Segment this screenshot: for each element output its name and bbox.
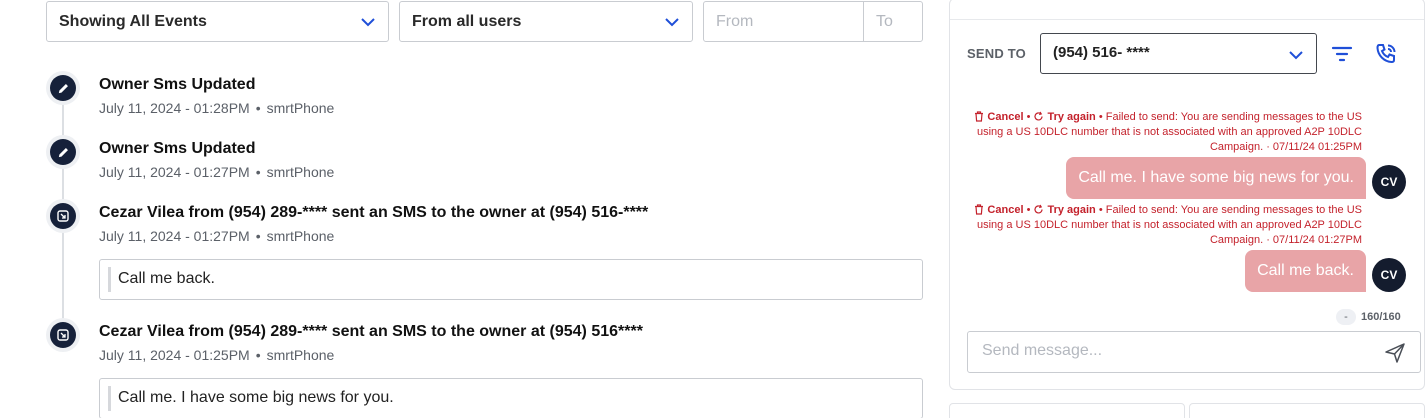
date-from-placeholder: From	[716, 12, 754, 30]
try-again-button[interactable]: Try again	[1033, 111, 1096, 123]
event-meta: July 11, 2024 - 01:25PM • smrtPhone	[99, 347, 335, 363]
event-date: July 11, 2024 - 01:28PM	[99, 100, 250, 116]
quote-bar	[108, 267, 111, 292]
event-title: Owner Sms Updated	[99, 76, 256, 93]
send-to-value: (954) 516- ****	[1053, 44, 1150, 61]
date-from-input[interactable]: From	[703, 1, 864, 42]
retry-icon	[1034, 204, 1044, 214]
bottom-card	[1189, 403, 1425, 418]
try-again-button[interactable]: Try again	[1033, 204, 1096, 216]
event-meta: July 11, 2024 - 01:27PM • smrtPhone	[99, 164, 335, 180]
date-to-input[interactable]: To	[863, 1, 923, 42]
message-bubble-failed: Call me back.	[1245, 250, 1366, 292]
message-bubble-failed: Call me. I have some big news for you.	[1066, 157, 1366, 199]
sms-message-quote: Call me. I have some big news for you.	[99, 378, 923, 418]
send-icon[interactable]	[1384, 342, 1406, 364]
event-source: smrtPhone	[266, 347, 335, 363]
cancel-button[interactable]: Cancel	[974, 111, 1024, 123]
event-title: Cezar Vilea from (954) 289-**** sent an …	[99, 204, 649, 221]
pencil-icon	[50, 139, 76, 165]
event-date: July 11, 2024 - 01:27PM	[99, 228, 250, 244]
cancel-button[interactable]: Cancel	[974, 204, 1024, 216]
filter-icon[interactable]	[1330, 42, 1354, 66]
chevron-down-icon	[665, 18, 679, 27]
date-to-placeholder: To	[876, 12, 893, 30]
user-filter-value: From all users	[412, 12, 522, 30]
event-source: smrtPhone	[266, 228, 335, 244]
sms-message-text: Call me. I have some big news for you.	[118, 389, 394, 406]
character-count: 160/160	[1361, 311, 1401, 323]
event-source: smrtPhone	[266, 100, 335, 116]
event-title: Cezar Vilea from (954) 289-**** sent an …	[99, 323, 643, 340]
send-error-notice: Cancel • Try again • Failed to send: You…	[962, 110, 1362, 155]
event-meta: July 11, 2024 - 01:27PM • smrtPhone	[99, 228, 335, 244]
event-title: Owner Sms Updated	[99, 140, 256, 157]
pencil-icon	[50, 75, 76, 101]
event-date: July 11, 2024 - 01:25PM	[99, 347, 250, 363]
sms-message-text: Call me back.	[118, 270, 215, 287]
send-to-label: SEND TO	[967, 46, 1026, 61]
message-composer	[967, 331, 1421, 373]
phone-sms-icon	[50, 322, 76, 348]
event-date: July 11, 2024 - 01:27PM	[99, 164, 250, 180]
chevron-down-icon	[361, 18, 375, 27]
event-filter-select[interactable]: Showing All Events	[46, 1, 389, 42]
send-to-select[interactable]: (954) 516- ****	[1040, 33, 1317, 74]
quote-bar	[108, 386, 111, 411]
phone-sms-icon	[50, 203, 76, 229]
user-filter-select[interactable]: From all users	[399, 1, 693, 42]
trash-icon	[975, 111, 984, 122]
phone-call-icon[interactable]	[1374, 42, 1398, 66]
segment-count: -	[1336, 309, 1356, 325]
event-meta: July 11, 2024 - 01:28PM • smrtPhone	[99, 100, 335, 116]
event-source: smrtPhone	[266, 164, 335, 180]
bottom-card	[949, 403, 1185, 418]
sms-message-quote: Call me back.	[99, 259, 923, 300]
chevron-down-icon	[1289, 51, 1303, 60]
panel-divider	[950, 19, 1424, 20]
avatar: CV	[1372, 165, 1406, 199]
avatar: CV	[1372, 258, 1406, 292]
send-error-notice: Cancel • Try again • Failed to send: You…	[962, 203, 1362, 248]
message-input[interactable]	[982, 342, 1362, 360]
retry-icon	[1034, 111, 1044, 121]
trash-icon	[975, 204, 984, 215]
event-filter-value: Showing All Events	[59, 12, 207, 30]
